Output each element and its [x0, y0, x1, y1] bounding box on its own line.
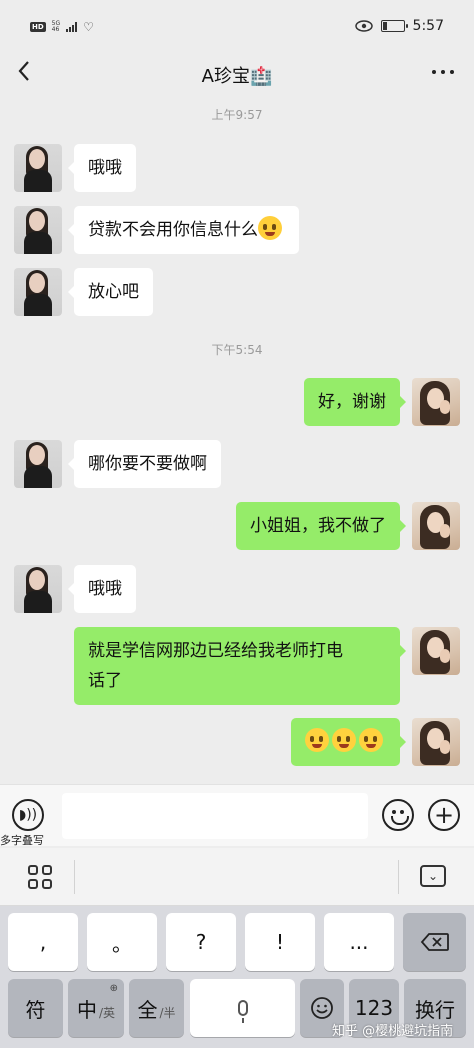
self-avatar[interactable] [412, 502, 460, 550]
message-text: 哦哦 [88, 158, 122, 178]
chat-title: A珍宝🏥 [201, 66, 273, 87]
watermark: 知乎 @樱桃避坑指南 [332, 1024, 454, 1039]
voice-input-label: 多字叠写 [0, 834, 44, 847]
message-bubble-sent[interactable]: 好，谢谢 [304, 378, 406, 426]
network-bottom-label: 46 [51, 26, 60, 33]
message-text-line: 就是学信网那边已经给我老师打电 [88, 641, 343, 661]
microphone-icon [237, 1000, 248, 1023]
backspace-icon [420, 933, 449, 951]
smiley-icon [311, 997, 333, 1019]
status-right: 5:57 [354, 18, 444, 34]
globe-icon: ⊕ [109, 983, 118, 994]
voice-input-icon[interactable]: ◗)) [12, 799, 44, 831]
fullwidth-label: 全 [137, 997, 158, 1022]
symbol-key-label: 符 [25, 997, 46, 1022]
status-time: 5:57 [412, 18, 444, 34]
chat-screen: HD 5G 46 ♡ 5:57 A珍宝🏥 上午9:57 哦哦 贷款不会用你信息什… [0, 0, 474, 1048]
keyboard-toolbar: ⌄ [0, 848, 474, 906]
language-toggle-key[interactable]: ⊕ 中/英 [68, 979, 124, 1037]
message-bubble-received[interactable]: 哦哦 [68, 144, 136, 192]
backspace-key[interactable] [403, 913, 466, 971]
message-bubble-sent[interactable] [291, 718, 406, 766]
contact-avatar[interactable] [14, 206, 62, 254]
emoji-button[interactable] [382, 799, 414, 831]
nav-bar: A珍宝🏥 [0, 46, 474, 100]
message-bubble-sent[interactable]: 就是学信网那边已经给我老师打电 话了 [74, 627, 406, 705]
message-bubble-received[interactable]: 放心吧 [68, 268, 153, 316]
contact-avatar[interactable] [14, 440, 62, 488]
crying-face-emoji-icon [359, 728, 383, 752]
message-bubble-sent[interactable]: 小姐姐，我不做了 [236, 502, 406, 550]
crying-face-emoji-icon [332, 728, 356, 752]
self-avatar[interactable] [412, 627, 460, 675]
self-avatar[interactable] [412, 378, 460, 426]
message-bubble-received[interactable]: 哦哦 [68, 565, 136, 613]
fullwidth-toggle-key[interactable]: 全/半 [129, 979, 184, 1037]
key-period[interactable]: 。 [87, 913, 157, 971]
grid-menu-icon[interactable] [28, 865, 52, 889]
message-bubble-received[interactable]: 贷款不会用你信息什么 [68, 206, 299, 254]
message-bubble-received[interactable]: 哪你要不要做啊 [68, 440, 221, 488]
message-text: 小姐姐，我不做了 [250, 516, 386, 536]
message-input[interactable] [62, 793, 368, 839]
contact-avatar[interactable] [14, 268, 62, 316]
message-text: 哦哦 [88, 579, 122, 599]
eye-icon [354, 20, 373, 32]
language-zh-label: 中 [76, 997, 97, 1022]
contact-avatar[interactable] [14, 565, 62, 613]
message-text: 哪你要不要做啊 [88, 454, 207, 474]
halfwidth-label: /半 [159, 1005, 176, 1020]
more-options-icon[interactable] [432, 70, 454, 74]
key-exclamation[interactable]: ! [245, 913, 315, 971]
message-text-line: 话了 [88, 671, 122, 691]
status-bar: HD 5G 46 ♡ 5:57 [0, 0, 474, 44]
key-question[interactable]: ? [166, 913, 236, 971]
more-actions-button[interactable]: + [428, 799, 460, 831]
input-bar: ◗)) 多字叠写 + [0, 784, 474, 847]
laugh-cry-emoji-icon [258, 216, 282, 240]
heart-icon: ♡ [83, 20, 94, 34]
status-left: HD 5G 46 ♡ [30, 20, 94, 34]
message-text: 好，谢谢 [318, 392, 386, 412]
collapse-keyboard-icon[interactable]: ⌄ [420, 865, 446, 887]
toolbar-divider [398, 860, 399, 894]
message-text: 贷款不会用你信息什么 [88, 220, 258, 240]
hd-badge: HD [30, 22, 46, 32]
symbol-key[interactable]: 符 [8, 979, 63, 1037]
key-ellipsis[interactable]: ... [324, 913, 394, 971]
self-avatar[interactable] [412, 718, 460, 766]
message-text: 放心吧 [88, 282, 139, 302]
signal-icon [66, 22, 78, 32]
timestamp: 下午5:54 [211, 343, 263, 357]
crying-face-emoji-icon [305, 728, 329, 752]
contact-avatar[interactable] [14, 144, 62, 192]
toolbar-divider [74, 860, 75, 894]
timestamp: 上午9:57 [211, 108, 263, 122]
space-key[interactable] [190, 979, 295, 1037]
key-comma[interactable]: , [8, 913, 78, 971]
language-en-label: /英 [98, 1005, 116, 1020]
battery-icon [380, 20, 408, 32]
network-type: 5G 46 [52, 21, 60, 33]
